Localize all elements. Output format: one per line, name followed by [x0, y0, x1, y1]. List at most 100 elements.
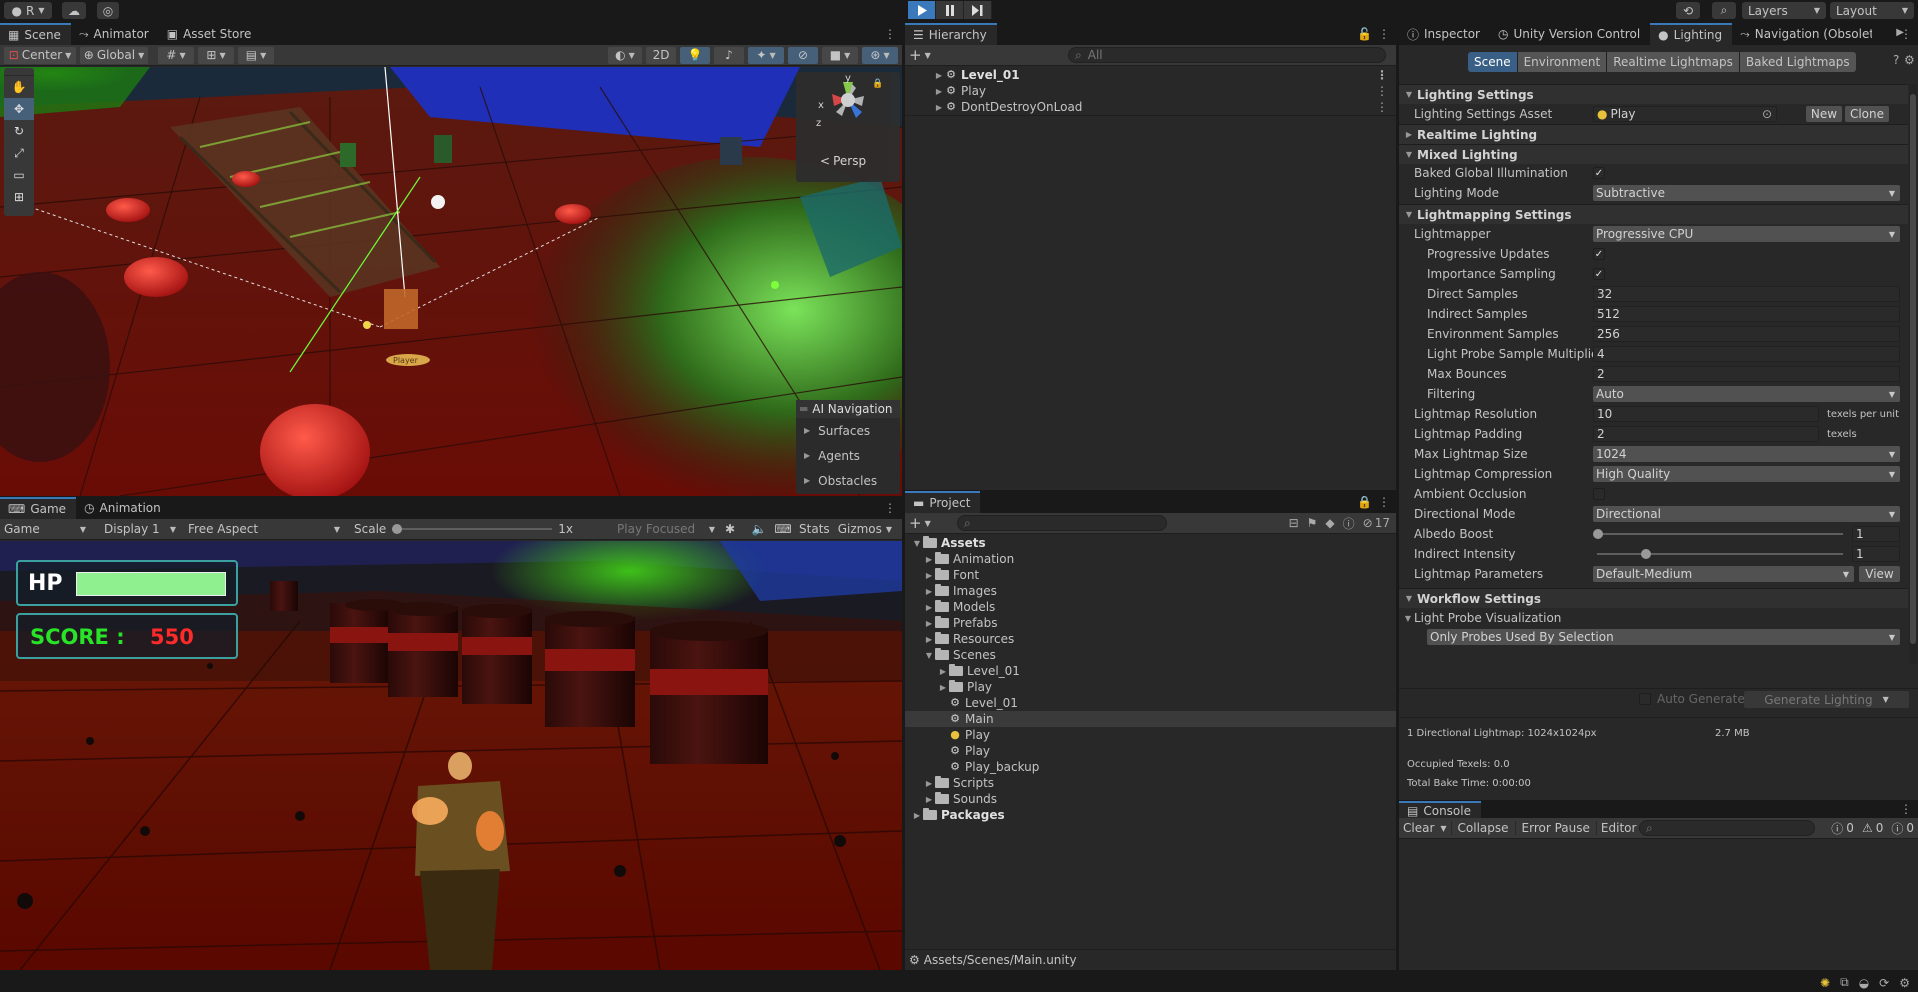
- folder-item[interactable]: ▶ Scripts: [905, 775, 1396, 791]
- folder-item[interactable]: ▶ Font: [905, 567, 1396, 583]
- create-button[interactable]: + ▼: [909, 46, 939, 64]
- new-button[interactable]: New: [1806, 106, 1842, 122]
- scene-viewport[interactable]: Player ✋ ✥ ↻ ⤢ ▭ ⊞ y x z 🔒 < Persp ═ AI …: [0, 67, 902, 496]
- probe-visualization-row[interactable]: ▼ Light Probe Visualization: [1399, 609, 1908, 627]
- grid-visibility-button[interactable]: ▤ ▼: [238, 46, 274, 64]
- log-icon[interactable]: ⓘ: [1343, 515, 1355, 532]
- lock-icon[interactable]: 🔓: [1357, 27, 1372, 41]
- more-icon[interactable]: ⋮: [1378, 27, 1390, 41]
- folder-packages[interactable]: ▶ Packages: [905, 807, 1396, 823]
- more-icon[interactable]: ⋮: [1376, 68, 1388, 82]
- ai-nav-item-agents[interactable]: ▶ Agents: [796, 443, 900, 468]
- section-lighting-settings[interactable]: ▼ Lighting Settings: [1399, 84, 1908, 104]
- indirect-intensity-slider[interactable]: [1593, 545, 1847, 563]
- grid-snap-button[interactable]: # ▼: [158, 46, 194, 64]
- lighting-mode-dropdown[interactable]: Subtractive ▼: [1593, 185, 1900, 201]
- transform-tool-icon[interactable]: ⊞: [4, 186, 34, 208]
- search-icon[interactable]: ⌕: [1712, 2, 1736, 19]
- play-button[interactable]: [908, 1, 936, 19]
- persp-toggle[interactable]: < Persp: [820, 154, 866, 168]
- importance-sampling-checkbox[interactable]: ✓: [1593, 268, 1605, 280]
- max-lightmap-size-dropdown[interactable]: 1024 ▼: [1593, 446, 1900, 462]
- clone-button[interactable]: Clone: [1845, 106, 1889, 122]
- folder-item[interactable]: ▶ Sounds: [905, 791, 1396, 807]
- more-icon[interactable]: ⋮: [1900, 27, 1912, 41]
- collab-icon[interactable]: ⟳: [1879, 976, 1889, 990]
- ambient-occlusion-checkbox[interactable]: [1593, 488, 1605, 500]
- lightmap-resolution-field[interactable]: 10: [1593, 406, 1819, 422]
- scene-asset-item[interactable]: ⚙ Main: [905, 711, 1396, 727]
- ai-nav-item-surfaces[interactable]: ▶ Surfaces: [796, 418, 900, 443]
- direct-samples-field[interactable]: 32: [1593, 286, 1900, 302]
- search-by-label-icon[interactable]: ⚑: [1307, 516, 1318, 530]
- folder-item[interactable]: ▶ Animation: [905, 551, 1396, 567]
- lightmap-padding-field[interactable]: 2: [1593, 426, 1819, 442]
- hidden-packages-icon[interactable]: ⊘ 17: [1363, 516, 1390, 530]
- hidden-objects-toggle[interactable]: ⊘: [788, 46, 818, 64]
- play-focused-dropdown[interactable]: Play Focused ▼: [613, 522, 719, 536]
- tab-project[interactable]: ▬ Project: [905, 491, 981, 513]
- game-view-dropdown[interactable]: Game ▼: [4, 522, 90, 536]
- lightmap-parameters-dropdown[interactable]: Default-Medium ▼: [1593, 566, 1854, 582]
- console-search-input[interactable]: ⌕: [1639, 820, 1815, 836]
- scene-asset-item[interactable]: ⚙ Level_01: [905, 695, 1396, 711]
- tab-game[interactable]: ⌨ Game: [0, 497, 77, 519]
- auto-generate-checkbox[interactable]: [1639, 693, 1651, 705]
- search-by-type-icon[interactable]: ⊟: [1289, 516, 1299, 530]
- settings-icon[interactable]: ⚙: [1899, 976, 1910, 990]
- orientation-gizmo[interactable]: y x z 🔒 < Persp: [796, 72, 900, 182]
- albedo-boost-slider[interactable]: [1593, 525, 1847, 543]
- baked-gi-checkbox[interactable]: ✓: [1593, 167, 1605, 179]
- help-icon[interactable]: ?: [1893, 53, 1899, 67]
- tab-asset-store[interactable]: ▣ Asset Store: [158, 23, 262, 45]
- lightmapper-dropdown[interactable]: Progressive CPU ▼: [1593, 226, 1900, 242]
- object-picker-icon[interactable]: ⊙: [1762, 107, 1772, 121]
- console-log-area[interactable]: [1399, 840, 1918, 970]
- folder-item[interactable]: ▶ Resources: [905, 631, 1396, 647]
- tab-version-control[interactable]: ◷ Unity Version Control: [1490, 23, 1651, 45]
- tab-animator[interactable]: ⤳ Animator: [70, 23, 159, 45]
- inspector-scrollbar[interactable]: [1909, 84, 1917, 664]
- environment-samples-field[interactable]: 256: [1593, 326, 1900, 342]
- auto-generate-toggle[interactable]: Auto Generate: [1639, 692, 1745, 706]
- project-search-input[interactable]: ⌕: [957, 515, 1167, 531]
- gear-icon[interactable]: ⚙: [1904, 53, 1915, 67]
- folder-item[interactable]: ▶ Images: [905, 583, 1396, 599]
- more-icon[interactable]: ⋮: [884, 501, 896, 515]
- folder-item[interactable]: ▶ Models: [905, 599, 1396, 615]
- display-dropdown[interactable]: Display 1 ▼: [100, 522, 180, 536]
- audio-toggle[interactable]: ♪: [714, 46, 744, 64]
- scene-asset-item[interactable]: ⚙ Play: [905, 743, 1396, 759]
- collab-icon[interactable]: ◎: [97, 2, 119, 19]
- network-icon[interactable]: ⧉: [1840, 975, 1849, 990]
- probe-multiplier-field[interactable]: 4: [1593, 346, 1900, 362]
- folder-item[interactable]: ▶ Play: [905, 679, 1396, 695]
- game-viewport[interactable]: HP SCORE : 550: [0, 541, 902, 970]
- lighting-asset-field[interactable]: ● Play ⊙: [1593, 106, 1777, 122]
- hand-tool-icon[interactable]: ✋: [4, 76, 34, 98]
- clear-dropdown[interactable]: Clear ▼: [1399, 821, 1451, 835]
- pause-button[interactable]: [936, 1, 964, 19]
- tab-hierarchy[interactable]: ☰ Hierarchy: [905, 23, 997, 45]
- aspect-dropdown[interactable]: Free Aspect ▼: [184, 522, 344, 536]
- section-lightmapping[interactable]: ▼ Lightmapping Settings: [1399, 204, 1908, 224]
- stats-button[interactable]: Stats: [795, 522, 834, 536]
- lighting-asset-item[interactable]: ● Play: [905, 727, 1396, 743]
- lighting-toggle[interactable]: 💡: [680, 46, 710, 64]
- keyboard-icon[interactable]: ⌨: [771, 522, 795, 536]
- scale-control[interactable]: Scale 1x: [354, 522, 573, 536]
- tag-icon[interactable]: ◆: [1325, 516, 1334, 530]
- probe-visualization-dropdown[interactable]: Only Probes Used By Selection ▼: [1427, 629, 1900, 645]
- error-count-toggle[interactable]: ⓘ 0: [1891, 820, 1914, 837]
- camera-dropdown[interactable]: ■ ▼: [822, 46, 858, 64]
- section-workflow[interactable]: ▼ Workflow Settings: [1399, 588, 1908, 608]
- folder-item[interactable]: ▼ Scenes: [905, 647, 1396, 663]
- folder-item[interactable]: ▶ Prefabs: [905, 615, 1396, 631]
- effects-toggle[interactable]: ✦ ▼: [748, 46, 784, 64]
- gizmos-dropdown[interactable]: ⊛ ▼: [862, 46, 898, 64]
- view-button[interactable]: View: [1859, 566, 1900, 582]
- tab-console[interactable]: ▤ Console: [1399, 801, 1481, 818]
- snap-increment-button[interactable]: ⊞ ▼: [198, 46, 234, 64]
- scale-slider[interactable]: [392, 522, 553, 536]
- ai-navigation-header[interactable]: ═ AI Navigation: [796, 400, 900, 418]
